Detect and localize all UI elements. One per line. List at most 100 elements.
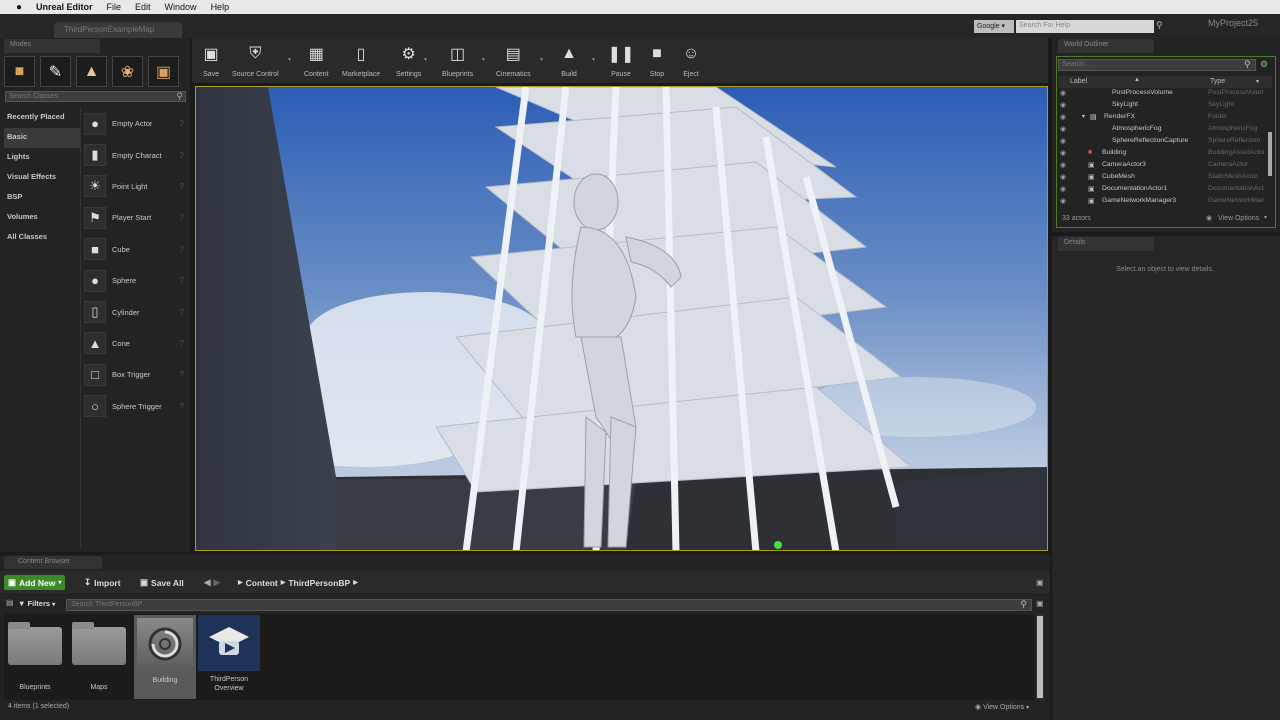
eye-icon[interactable]: ◉ [1060,161,1066,169]
outliner-row[interactable]: ◉ ▣ CameraActor3 CameraActor [1058,161,1266,173]
chevron-down-icon[interactable]: ▾ [482,56,485,63]
import-button[interactable]: ↧ Import [80,575,125,590]
place-item-cylinder[interactable]: ▯ Cylinder? [84,296,188,327]
foliage-mode-icon[interactable]: ❀ [112,56,143,87]
column-label[interactable]: Label [1070,78,1087,85]
help-icon[interactable]: ? [180,151,184,160]
forward-arrow-icon[interactable]: ▶ [214,577,221,588]
menu-edit[interactable]: Edit [135,2,151,12]
chevron-down-icon[interactable]: ▾ [1264,214,1267,221]
place-item-empty-character[interactable]: ▮ Empty Charact? [84,139,188,170]
outliner-row[interactable]: ◉ SkyLight SkyLight [1058,101,1266,113]
outliner-row[interactable]: ◉ PostProcessVolume PostProcessVolume [1058,89,1266,101]
modes-tab[interactable]: Modes [4,39,100,53]
marketplace-button[interactable]: ▯ Marketplace [342,40,380,80]
save-all-button[interactable]: ▣ Save All [136,575,188,590]
chevron-down-icon[interactable]: ▾ [540,56,543,63]
chevron-right-icon[interactable]: ▶ [353,579,358,586]
content-browser-tab[interactable]: Content Browser [4,556,102,569]
search-engine-dropdown[interactable]: Google ▾ [974,20,1014,33]
place-item-sphere[interactable]: ● Sphere? [84,265,188,296]
source-control-button[interactable]: ⛨ Source Control [232,40,279,80]
search-icon[interactable]: ⚲ [1156,20,1163,33]
eye-icon[interactable]: ◉ [1060,113,1066,121]
help-icon[interactable]: ? [180,339,184,348]
outliner-row[interactable]: ◉ ▾ ▤ RenderFX Folder [1058,113,1266,125]
breadcrumb-thirdpersonbp[interactable]: ThirdPersonBP [288,578,350,588]
outliner-row[interactable]: ◉ ▣ CubeMesh StaticMeshActor [1058,173,1266,185]
save-button[interactable]: ▣ Save [200,40,222,80]
world-outliner-tab[interactable]: World Outliner [1058,39,1154,53]
back-arrow-icon[interactable]: ◀ [204,577,211,588]
eye-icon[interactable]: ◉ [1060,137,1066,145]
asset-view-options[interactable]: ◉ View Options ▾ [975,703,1029,711]
chevron-down-icon[interactable]: ▾ [1082,113,1085,120]
geometry-mode-icon[interactable]: ▣ [148,56,179,87]
category-basic[interactable]: Basic [4,128,80,148]
paint-mode-icon[interactable]: ✎ [40,56,71,87]
help-icon[interactable]: ? [180,276,184,285]
outliner-row[interactable]: ◉ ▣ DocumentationActor1 DocumentationActor [1058,185,1266,197]
help-icon[interactable]: ? [180,308,184,317]
category-lights[interactable]: Lights [4,148,80,168]
place-item-empty-actor[interactable]: ● Empty Actor? [84,108,188,139]
outliner-row[interactable]: ◉ ■ Building BuildingAssetActor [1058,149,1266,161]
settings-button[interactable]: ⚙ Settings [396,40,421,80]
category-all-classes[interactable]: All Classes [4,228,80,248]
pause-button[interactable]: ❚❚ Pause [608,40,635,80]
build-button[interactable]: ▲ Build [558,40,580,80]
details-tab[interactable]: Details [1058,237,1154,251]
help-icon[interactable]: ? [180,245,184,254]
category-volumes[interactable]: Volumes [4,208,80,228]
sources-toggle-icon[interactable]: ▤ [6,598,14,607]
place-item-cone[interactable]: ▲ Cone? [84,328,188,359]
help-icon[interactable]: ? [180,402,184,411]
stop-button[interactable]: ■ Stop [646,40,668,80]
chevron-down-icon[interactable]: ▾ [1256,78,1259,85]
class-search-input[interactable]: Search Classes ⚲ [5,91,186,102]
outliner-search-input[interactable]: Search... [1058,59,1256,71]
landscape-mode-icon[interactable]: ▲ [76,56,107,87]
chevron-down-icon[interactable]: ▾ [424,56,427,63]
outliner-row[interactable]: ◉ SphereReflectionCapture SphereReflection [1058,137,1266,149]
view-options-button[interactable]: View Options [1218,215,1259,222]
level-tab[interactable]: ThirdPersonExampleMap [54,22,182,38]
add-new-button[interactable]: ▣ Add New ▾ [4,575,66,590]
eye-icon[interactable]: ◉ [1060,185,1066,193]
place-mode-icon[interactable]: ■ [4,56,35,87]
help-icon[interactable]: ? [180,119,184,128]
save-search-icon[interactable]: ▣ [1036,599,1044,608]
asset-scrollbar[interactable] [1036,614,1044,700]
eye-icon[interactable]: ◉ [1060,89,1066,97]
help-icon[interactable]: ? [180,182,184,191]
column-type[interactable]: Type [1210,78,1225,85]
breadcrumb-content[interactable]: Content [246,578,278,588]
category-visual-effects[interactable]: Visual Effects [4,168,80,188]
filters-button[interactable]: ▼ Filters ▾ [18,599,55,608]
menu-window[interactable]: Window [165,2,197,12]
asset-folder-blueprints[interactable]: Blueprints [4,615,66,699]
place-item-player-start[interactable]: ⚑ Player Start? [84,202,188,233]
place-item-cube[interactable]: ■ Cube? [84,234,188,265]
category-recently-placed[interactable]: Recently Placed [4,108,80,128]
outliner-scrollbar[interactable] [1268,132,1272,176]
menu-file[interactable]: File [107,2,122,12]
chevron-down-icon[interactable]: ▾ [592,56,595,63]
eject-button[interactable]: ☺ Eject [680,40,702,80]
place-item-sphere-trigger[interactable]: ○ Sphere Trigger? [84,391,188,422]
outliner-settings-icon[interactable]: ⚙ [1260,59,1268,70]
outliner-row[interactable]: ◉▣GameNetworkManager3GameNetworkManager [1058,197,1266,209]
content-button[interactable]: ▦ Content [304,40,329,80]
help-icon[interactable]: ? [180,213,184,222]
eye-icon[interactable]: ◉ [1060,173,1066,181]
chevron-down-icon[interactable]: ▾ [288,56,291,63]
content-search-input[interactable]: Search ThirdPersonBP ⚲ [66,599,1032,611]
eye-icon[interactable]: ◉ [1060,125,1066,133]
help-search-input[interactable]: Search For Help [1016,20,1154,33]
outliner-row[interactable]: ◉ AtmosphericFog AtmosphericFog [1058,125,1266,137]
help-icon[interactable]: ? [180,370,184,379]
blueprints-button[interactable]: ◫ Blueprints [442,40,473,80]
apple-icon[interactable]: ● [12,2,26,13]
eye-icon[interactable]: ◉ [1060,149,1066,157]
app-name[interactable]: Unreal Editor [36,2,93,12]
